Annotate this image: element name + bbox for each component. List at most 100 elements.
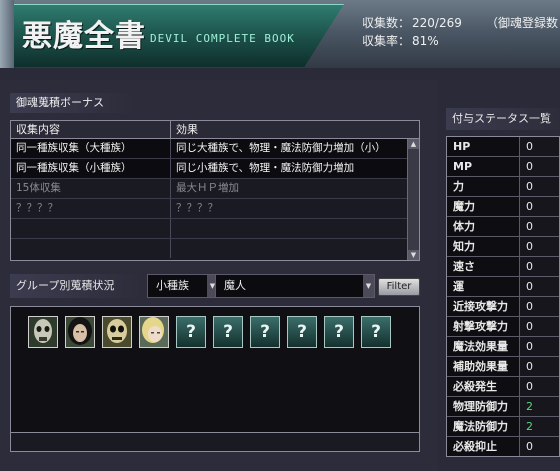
- row-content: 15体収集: [11, 179, 171, 198]
- status-value: 0: [520, 237, 559, 256]
- status-key: 魔法効果量: [447, 337, 520, 356]
- chevron-down-icon[interactable]: ▼: [363, 275, 374, 297]
- unknown-demon-slot[interactable]: ?: [213, 316, 243, 348]
- status-key: 近接攻撃力: [447, 297, 520, 316]
- collect-rate-label: 収集率：: [362, 34, 411, 48]
- collect-count-label: 収集数：: [362, 16, 411, 30]
- status-value: 0: [520, 317, 559, 336]
- status-key: 体力: [447, 217, 520, 236]
- collect-count-value: 220/269: [412, 16, 462, 30]
- status-key: 物理防御力: [447, 397, 520, 416]
- demon-grid: ? ? ? ? ? ?: [10, 306, 420, 436]
- bonus-scrollbar[interactable]: ▲ ▼: [407, 139, 419, 260]
- status-key: 必殺抑止: [447, 437, 520, 456]
- status-value: 0: [520, 297, 559, 316]
- group-section-title: グループ別蒐積状況: [10, 274, 144, 298]
- unknown-demon-slot[interactable]: ?: [176, 316, 206, 348]
- status-value: 0: [520, 337, 559, 356]
- status-row: 力0: [447, 177, 559, 197]
- status-value: 0: [520, 177, 559, 196]
- status-value: 0: [520, 357, 559, 376]
- row-effect: 最大ＨＰ増加: [176, 182, 239, 194]
- group-filter-row: グループ別蒐積状況 小種族 ▼ 魔人 ▼ Filter: [10, 274, 420, 298]
- status-value: 0: [520, 257, 559, 276]
- table-row[interactable]: 15体収集 最大ＨＰ増加: [11, 179, 419, 199]
- status-key: MP: [447, 157, 520, 176]
- table-row[interactable]: 同一種族収集（大種族） 同じ大種族で、物理・魔法防御力増加（小）: [11, 139, 419, 159]
- race-select-value: 魔人: [224, 279, 246, 292]
- row-content: 同一種族収集（大種族）: [11, 139, 171, 158]
- demon-portrait[interactable]: [102, 316, 132, 348]
- status-row: 魔法効果量 0: [447, 337, 559, 357]
- unknown-demon-slot[interactable]: ?: [287, 316, 317, 348]
- status-table: HP 0 MP 0 力0 魔力 0 体力 0 知力 0 速さ 0 運0 近接攻撃力 0 射撃攻…: [446, 136, 560, 457]
- table-row: [11, 239, 419, 258]
- status-value: 0: [520, 437, 559, 456]
- race-select[interactable]: 魔人 ▼: [215, 274, 375, 298]
- demon-portrait[interactable]: [28, 316, 58, 348]
- status-row: 知力 0: [447, 237, 559, 257]
- row-effect: 同じ大種族で、物理・魔法防御力増加（小）: [176, 142, 386, 154]
- row-content: 同一種族収集（小種族）: [11, 159, 171, 178]
- status-row: 近接攻撃力 0: [447, 297, 559, 317]
- scroll-up-icon[interactable]: ▲: [408, 139, 419, 149]
- row-content: [11, 219, 171, 238]
- table-row[interactable]: 同一種族収集（小種族） 同じ小種族で、物理・魔法防御力増加: [11, 159, 419, 179]
- status-row: 魔力 0: [447, 197, 559, 217]
- status-key: 力: [447, 177, 520, 196]
- collection-stats: 収集数： 220/269 （御魂登録数 収集率： 81%: [362, 14, 558, 50]
- status-list-title: 付与ステータス一覧: [446, 108, 560, 130]
- unknown-demon-slot[interactable]: ?: [361, 316, 391, 348]
- blonde-face-icon: [140, 317, 168, 347]
- row-content: ？？？？: [11, 199, 171, 218]
- status-row: 体力 0: [447, 217, 559, 237]
- row-effect: [171, 219, 419, 238]
- row-effect: 同じ小種族で、物理・魔法防御力増加: [176, 162, 355, 174]
- table-row: [11, 219, 419, 239]
- table-row[interactable]: ？？？？ ？？？？: [11, 199, 419, 219]
- status-row: 物理防御力 2: [447, 397, 559, 417]
- bonus-section-title: 御魂蒐積ボーナス: [10, 93, 136, 113]
- status-row: 速さ 0: [447, 257, 559, 277]
- status-value: 0: [520, 137, 559, 156]
- status-key: 魔法防御力: [447, 417, 520, 436]
- skull-mask-icon: [29, 317, 57, 347]
- status-key: 速さ: [447, 257, 520, 276]
- status-row: 補助効果量 0: [447, 357, 559, 377]
- status-key: 魔力: [447, 197, 520, 216]
- status-value: 0: [520, 197, 559, 216]
- title-bar: 悪魔全書 DEVIL COMPLETE BOOK 収集数： 220/269 （御魂登…: [0, 0, 560, 68]
- status-key: 必殺発生: [447, 377, 520, 396]
- status-key: 射撃攻撃力: [447, 317, 520, 336]
- demon-portrait[interactable]: [65, 316, 95, 348]
- unknown-demon-slot[interactable]: ?: [324, 316, 354, 348]
- status-row: 射撃攻撃力 0: [447, 317, 559, 337]
- status-key: 補助効果量: [447, 357, 520, 376]
- demon-portrait[interactable]: [139, 316, 169, 348]
- status-key: 知力: [447, 237, 520, 256]
- bonus-table-header: 収集内容 効果: [11, 121, 419, 139]
- status-row: 魔法防御力 2: [447, 417, 559, 437]
- scroll-down-icon[interactable]: ▼: [408, 250, 419, 260]
- category-select[interactable]: 小種族 ▼: [147, 274, 219, 298]
- category-select-value: 小種族: [156, 279, 189, 292]
- page-subtitle: DEVIL COMPLETE BOOK: [150, 32, 295, 45]
- row-effect: [171, 239, 419, 258]
- grid-footer: [10, 432, 420, 452]
- header-wedge: [0, 0, 14, 68]
- unknown-demon-slot[interactable]: ?: [250, 316, 280, 348]
- status-row: 必殺抑止 0: [447, 437, 559, 456]
- col-header-effect: 効果: [176, 123, 198, 136]
- status-row: 運0: [447, 277, 559, 297]
- filter-button[interactable]: Filter: [378, 278, 420, 296]
- collect-rate-value: 81%: [412, 34, 439, 48]
- status-key: HP: [447, 137, 520, 156]
- skull-face-icon: [103, 317, 131, 347]
- status-key: 運: [447, 277, 520, 296]
- status-value: 0: [520, 377, 559, 396]
- bonus-table: 収集内容 効果 同一種族収集（大種族） 同じ大種族で、物理・魔法防御力増加（小）…: [10, 120, 420, 261]
- status-value: 2: [520, 417, 559, 436]
- status-row: MP 0: [447, 157, 559, 177]
- status-row: HP 0: [447, 137, 559, 157]
- row-effect: ？？？？: [176, 202, 218, 214]
